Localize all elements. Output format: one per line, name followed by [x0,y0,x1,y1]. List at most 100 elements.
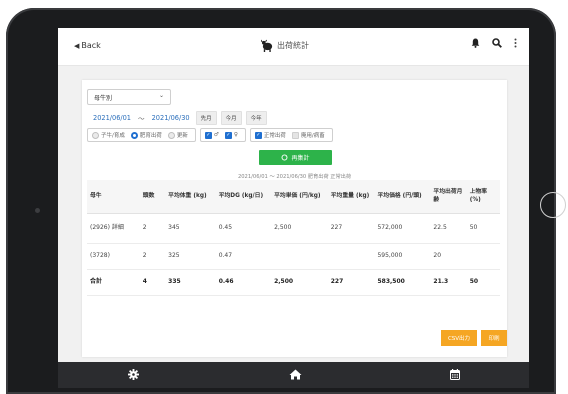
col-unit-price[interactable]: 平均単価 (円/kg) [271,180,328,214]
radio-circle [92,131,99,139]
cell-count: 2 [139,213,166,244]
checkbox-label-normal: 正常出荷 [263,133,286,139]
cell-cow: (3728) [87,243,140,270]
home-icon[interactable] [289,369,302,380]
checkbox-normal[interactable]: ✓ 正常出荷 [254,131,286,139]
col-carcass[interactable]: 平均重量 (kg) [327,180,375,214]
col-price[interactable]: 平均価格 (円/頭) [374,180,431,214]
cell-price: 583,500 [374,269,431,296]
check-icon: ✓ [224,131,232,139]
shipment-type-group: 子牛/育成 肥育出荷 更新 [87,128,196,142]
cell-unit-price: 2,500 [271,213,328,244]
col-weight[interactable]: 平均体重 (kg) [165,180,216,214]
cell-carcass [327,243,375,270]
cell-rate: 50 [466,213,500,244]
cell-price: 572,000 [374,213,431,244]
category-select[interactable]: 母牛別 ⌄ [87,89,171,105]
cell-unit-price [271,243,328,270]
recalculate-button[interactable]: 再集計 [259,150,332,165]
header-actions [471,38,517,48]
table-row: (3728) 2 325 0.47 595,000 20 [87,243,500,270]
more-vertical-icon[interactable] [514,38,517,48]
date-to-link[interactable]: 2021/06/30 [152,114,190,122]
checkbox-label-female: ♀ [233,132,238,138]
table-total-row: 合計 4 335 0.46 2,500 227 583,500 21.3 50 [87,269,500,296]
radio-label-renewal: 更新 [176,133,188,139]
search-icon[interactable] [492,38,502,48]
radio-renewal[interactable]: 更新 [167,131,188,139]
cell-weight: 345 [165,213,216,244]
tablet-frame: ◀ Back 出荷統計 母牛別 ⌄ 2021/06/01 ～ 2021/06/3… [6,8,556,394]
radio-circle [167,131,175,139]
col-rate[interactable]: 上物率 (%) [466,180,500,214]
col-dg[interactable]: 平均DG (kg/日) [215,180,272,214]
calendar-icon[interactable] [450,369,460,380]
date-range-row: 2021/06/01 ～ 2021/06/30 先月 今月 今年 [93,111,267,125]
cow-logo-icon [261,39,273,52]
cell-dg: 0.45 [215,213,272,244]
summary-text: 2021/06/01 ～ 2021/06/30 肥育出荷 正常出荷 [237,174,352,180]
print-button[interactable]: 印刷 [481,330,507,346]
checkbox-male[interactable]: ✓ ♂ [204,131,219,139]
check-icon: ✓ [204,131,212,139]
cow-id-link[interactable]: (2926) 詳細 [87,213,140,244]
cell-total-label: 合計 [87,269,140,296]
gear-icon[interactable] [128,369,139,380]
checkbox-culled[interactable]: 廃用/病畜 [291,131,325,139]
col-months[interactable]: 平均出荷月齢 [430,180,467,214]
chevron-left-icon: ◀ [74,41,80,50]
check-icon: ✓ [254,131,262,139]
chevron-down-icon: ⌄ [158,92,164,99]
cell-months: 21.3 [430,269,467,296]
radio-fattening[interactable]: 肥育出荷 [130,131,162,139]
table-header-row: 母牛 頭数 平均体重 (kg) 平均DG (kg/日) 平均単価 (円/kg) … [87,180,500,214]
cell-rate: 50 [466,269,500,296]
csv-export-button[interactable]: CSV出力 [441,330,477,346]
filter-options-row: 子牛/育成 肥育出荷 更新 ✓ ♂ ✓ ♀ ✓ 正常出荷 廃用/病畜 [87,128,333,142]
cell-dg: 0.47 [215,243,272,270]
bottom-nav [58,362,529,388]
date-separator: ～ [138,115,145,123]
this-month-button[interactable]: 今月 [220,111,242,125]
app-screen: ◀ Back 出荷統計 母牛別 ⌄ 2021/06/01 ～ 2021/06/3… [58,28,529,388]
cell-carcass: 227 [327,269,375,296]
table-row: (2926) 詳細 2 345 0.45 2,500 227 572,000 2… [87,213,500,244]
cell-weight: 325 [165,243,216,270]
col-count[interactable]: 頭数 [139,180,166,214]
radio-calf[interactable]: 子牛/育成 [92,131,125,139]
tablet-home-button[interactable] [540,192,566,218]
radio-label-calf: 子牛/育成 [101,133,125,139]
app-title: 出荷統計 [261,39,309,52]
statistics-card: 母牛別 ⌄ 2021/06/01 ～ 2021/06/30 先月 今月 今年 子… [82,80,507,357]
radio-label-fattening: 肥育出荷 [139,133,162,139]
category-select-value: 母牛別 [94,95,113,102]
checkbox-label-male: ♂ [213,132,219,138]
sex-group: ✓ ♂ ✓ ♀ [199,128,246,142]
cell-count: 2 [139,243,166,270]
camera-dot [35,208,40,213]
app-title-text: 出荷統計 [277,41,309,50]
cell-price: 595,000 [374,243,431,270]
date-from-link[interactable]: 2021/06/01 [93,114,131,122]
cell-weight: 335 [165,269,216,296]
app-header: ◀ Back 出荷統計 [58,28,529,66]
recalculate-label: 再集計 [291,155,310,162]
cell-count: 4 [139,269,166,296]
back-label: Back [81,41,101,50]
checkbox-female[interactable]: ✓ ♀ [224,131,238,139]
statistics-table: 母牛 頭数 平均体重 (kg) 平均DG (kg/日) 平均単価 (円/kg) … [87,180,500,296]
bell-icon[interactable] [471,38,480,48]
last-month-button[interactable]: 先月 [195,111,217,125]
cell-unit-price: 2,500 [271,269,328,296]
radio-circle-selected [130,131,138,139]
refresh-icon [282,154,288,161]
cell-months: 22.5 [430,213,467,244]
this-year-button[interactable]: 今年 [245,111,267,125]
checkbox-box [291,131,299,139]
cell-dg: 0.46 [215,269,272,296]
cell-rate [466,243,500,270]
checkbox-label-culled: 廃用/病畜 [300,133,325,139]
cell-months: 20 [430,243,467,270]
back-button[interactable]: ◀ Back [74,41,101,50]
col-cow[interactable]: 母牛 [87,180,140,214]
